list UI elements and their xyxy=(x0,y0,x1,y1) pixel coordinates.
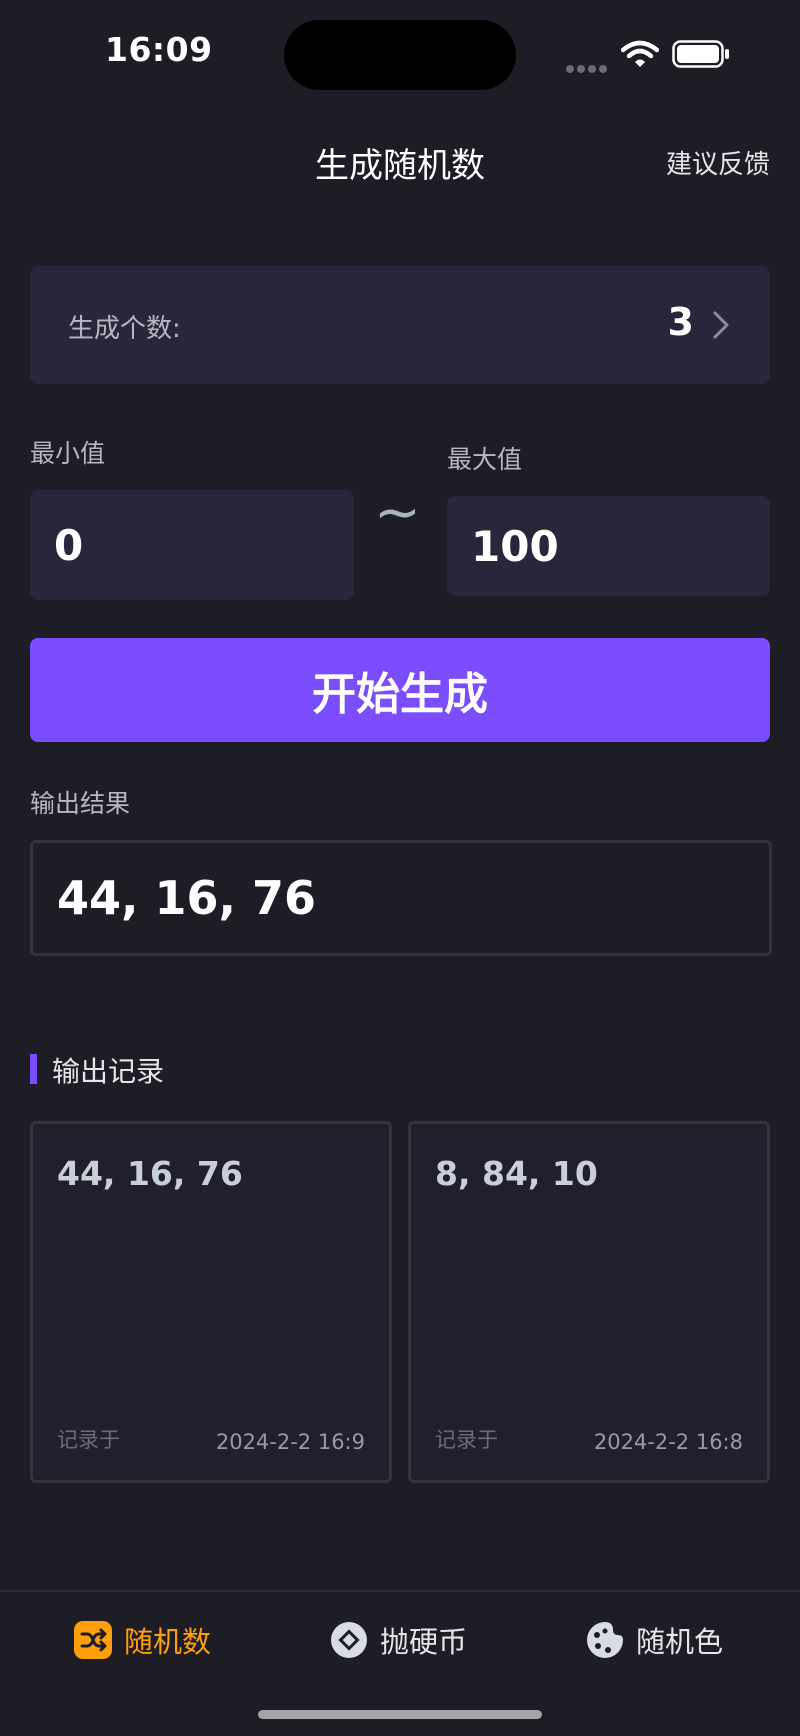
output-value: 44, 16, 76 xyxy=(57,871,317,925)
battery-icon xyxy=(672,40,729,68)
tab-random-color[interactable]: 随机色 xyxy=(586,1618,723,1662)
max-input[interactable]: 100 xyxy=(447,496,770,596)
record-value: 44, 16, 76 xyxy=(57,1154,243,1193)
tab-coin-flip[interactable]: 抛硬币 xyxy=(330,1618,467,1662)
wifi-icon xyxy=(621,40,659,67)
tab-label: 抛硬币 xyxy=(380,1625,468,1659)
min-input[interactable]: 0 xyxy=(30,490,354,600)
tab-label: 随机数 xyxy=(124,1625,212,1659)
section-accent-bar xyxy=(30,1054,37,1084)
output-result-box: 44, 16, 76 xyxy=(30,840,772,956)
record-value: 8, 84, 10 xyxy=(435,1154,598,1193)
record-prefix: 记录于 xyxy=(57,1428,120,1452)
chevron-right-icon xyxy=(713,311,729,339)
feedback-button[interactable]: 建议反馈 xyxy=(666,144,770,181)
output-label: 输出结果 xyxy=(30,789,131,818)
count-selector[interactable]: 生成个数: 3 xyxy=(30,266,770,384)
home-indicator xyxy=(258,1710,542,1719)
tab-label: 随机色 xyxy=(636,1625,724,1659)
record-prefix: 记录于 xyxy=(435,1428,498,1452)
palette-icon xyxy=(587,1622,623,1658)
cellular-signal-icon xyxy=(566,58,610,77)
history-record-card[interactable]: 8, 84, 10 记录于 2024-2-2 16:8 xyxy=(408,1121,770,1483)
record-time: 2024-2-2 16:9 xyxy=(215,1430,365,1454)
dynamic-island xyxy=(284,20,516,90)
range-separator: ~ xyxy=(374,480,421,545)
history-record-card[interactable]: 44, 16, 76 记录于 2024-2-2 16:9 xyxy=(30,1121,392,1483)
history-title: 输出记录 xyxy=(52,1055,165,1088)
min-value: 0 xyxy=(54,520,84,570)
count-label: 生成个数: xyxy=(68,314,181,344)
max-value: 100 xyxy=(471,521,559,571)
generate-button[interactable]: 开始生成 xyxy=(30,638,770,742)
min-label: 最小值 xyxy=(30,439,106,468)
tab-random-number[interactable]: 随机数 xyxy=(74,1618,211,1662)
status-time: 16:09 xyxy=(105,30,213,69)
record-time: 2024-2-2 16:8 xyxy=(593,1430,743,1454)
max-label: 最大值 xyxy=(447,445,523,474)
shuffle-icon xyxy=(74,1621,112,1659)
count-value: 3 xyxy=(667,300,694,344)
coin-icon xyxy=(331,1622,367,1658)
